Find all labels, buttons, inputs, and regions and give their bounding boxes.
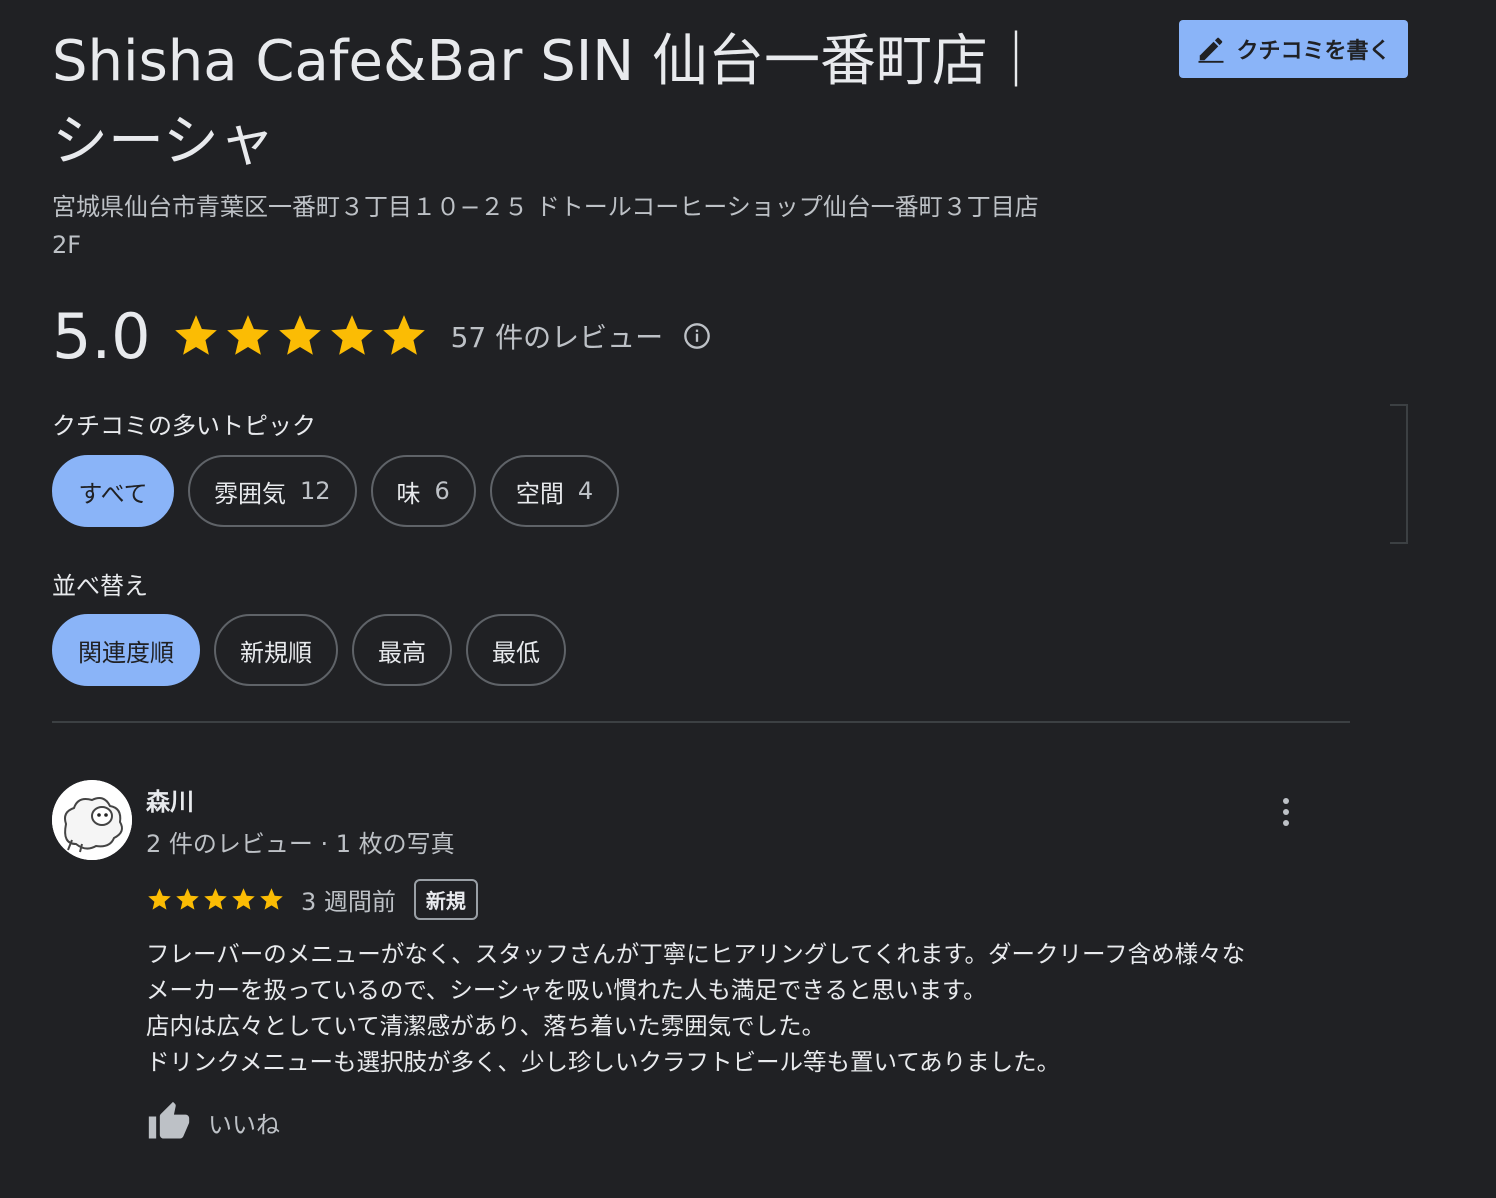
review-text-line: フレーバーのメニューがなく、スタッフさんが丁寧にヒアリングしてくれます。ダークリ… (146, 940, 1246, 968)
chip-count: 12 (300, 477, 331, 505)
chip-label: すべて (78, 479, 148, 508)
chip-label: 最低 (492, 638, 540, 667)
chip-label: 空間 (515, 479, 564, 508)
star-icon (382, 315, 425, 355)
chip-label: 関連度順 (78, 638, 174, 667)
topic-chip-atmosphere[interactable]: 雰囲気 12 (188, 455, 357, 527)
rating-score: 5.0 (52, 299, 151, 373)
star-icon (174, 315, 217, 355)
topics-heading: クチコミの多いトピック (52, 412, 316, 440)
review-stars (146, 886, 285, 913)
topic-chip-space[interactable]: 空間 4 (489, 455, 620, 527)
chip-label: 新規順 (240, 638, 312, 667)
chip-label: 最高 (378, 638, 426, 667)
rating-summary: 5.0 57 件のレビュー (52, 296, 711, 376)
review-text: フレーバーのメニューがなく、スタッフさんが丁寧にヒアリングしてくれます。ダークリ… (146, 936, 1366, 1080)
star-icon (176, 887, 199, 910)
reviewer-meta: 2 件のレビュー · 1 枚の写真 (146, 830, 455, 858)
review-text-line: ドリンクメニューも選択肢が多く、少し珍しいクラフトビール等も置いてありました。 (146, 1048, 1061, 1076)
star-icon (232, 887, 255, 910)
review-text-line: 店内は広々としていて清潔感があり、落ち着いた雰囲気でした。 (146, 1012, 826, 1040)
star-icon (278, 315, 321, 355)
sort-chip-newest[interactable]: 新規順 (214, 614, 338, 686)
topic-chip-taste[interactable]: 味 6 (370, 455, 476, 527)
like-label: いいね (208, 1110, 280, 1139)
pencil-icon (1198, 37, 1224, 63)
topic-chip-all[interactable]: すべて (52, 455, 174, 527)
review-time: 3 週間前 (301, 887, 396, 916)
review-text-line: メーカーを扱っているので、シーシャを吸い慣れた人も満足できると思います。 (146, 976, 987, 1004)
star-icon (204, 887, 227, 910)
sort-chip-lowest[interactable]: 最低 (466, 614, 566, 686)
star-icon (226, 315, 269, 355)
sort-chip-highest[interactable]: 最高 (352, 614, 452, 686)
divider (52, 721, 1350, 723)
write-review-button[interactable]: クチコミを書く (1179, 20, 1408, 78)
more-options-icon[interactable] (1272, 794, 1300, 830)
scroll-indicator[interactable] (1390, 404, 1408, 544)
star-icon (148, 887, 171, 910)
chip-count: 6 (434, 477, 450, 505)
info-icon[interactable] (683, 322, 711, 350)
sort-chips: 関連度順 新規順 最高 最低 (52, 614, 566, 686)
place-title: Shisha Cafe&Bar SIN 仙台一番町店｜シーシャ (52, 29, 1044, 174)
topic-chips: すべて 雰囲気 12 味 6 空間 4 (52, 455, 620, 527)
place-address: 宮城県仙台市青葉区一番町３丁目１０−２５ ドトールコーヒーショップ仙台一番町３丁… (52, 193, 1039, 259)
sheep-avatar-icon (52, 780, 132, 860)
chip-label: 味 (396, 479, 421, 508)
new-badge: 新規 (413, 878, 478, 920)
write-review-label: クチコミを書く (1236, 39, 1391, 64)
star-icon (260, 887, 283, 910)
chip-label: 雰囲気 (214, 479, 286, 508)
reviewer-name[interactable]: 森川 (146, 782, 194, 817)
like-button[interactable]: いいね (146, 1100, 280, 1144)
chip-count: 4 (577, 477, 594, 505)
review-rating-row: 3 週間前 新規 (146, 876, 478, 922)
star-icon (330, 315, 373, 355)
rating-stars (171, 311, 429, 361)
avatar[interactable] (52, 780, 132, 860)
thumbs-up-icon (148, 1101, 190, 1139)
review-count[interactable]: 57 件のレビュー (451, 316, 664, 356)
sort-chip-relevance[interactable]: 関連度順 (52, 614, 200, 686)
sort-heading: 並べ替え (52, 572, 148, 600)
